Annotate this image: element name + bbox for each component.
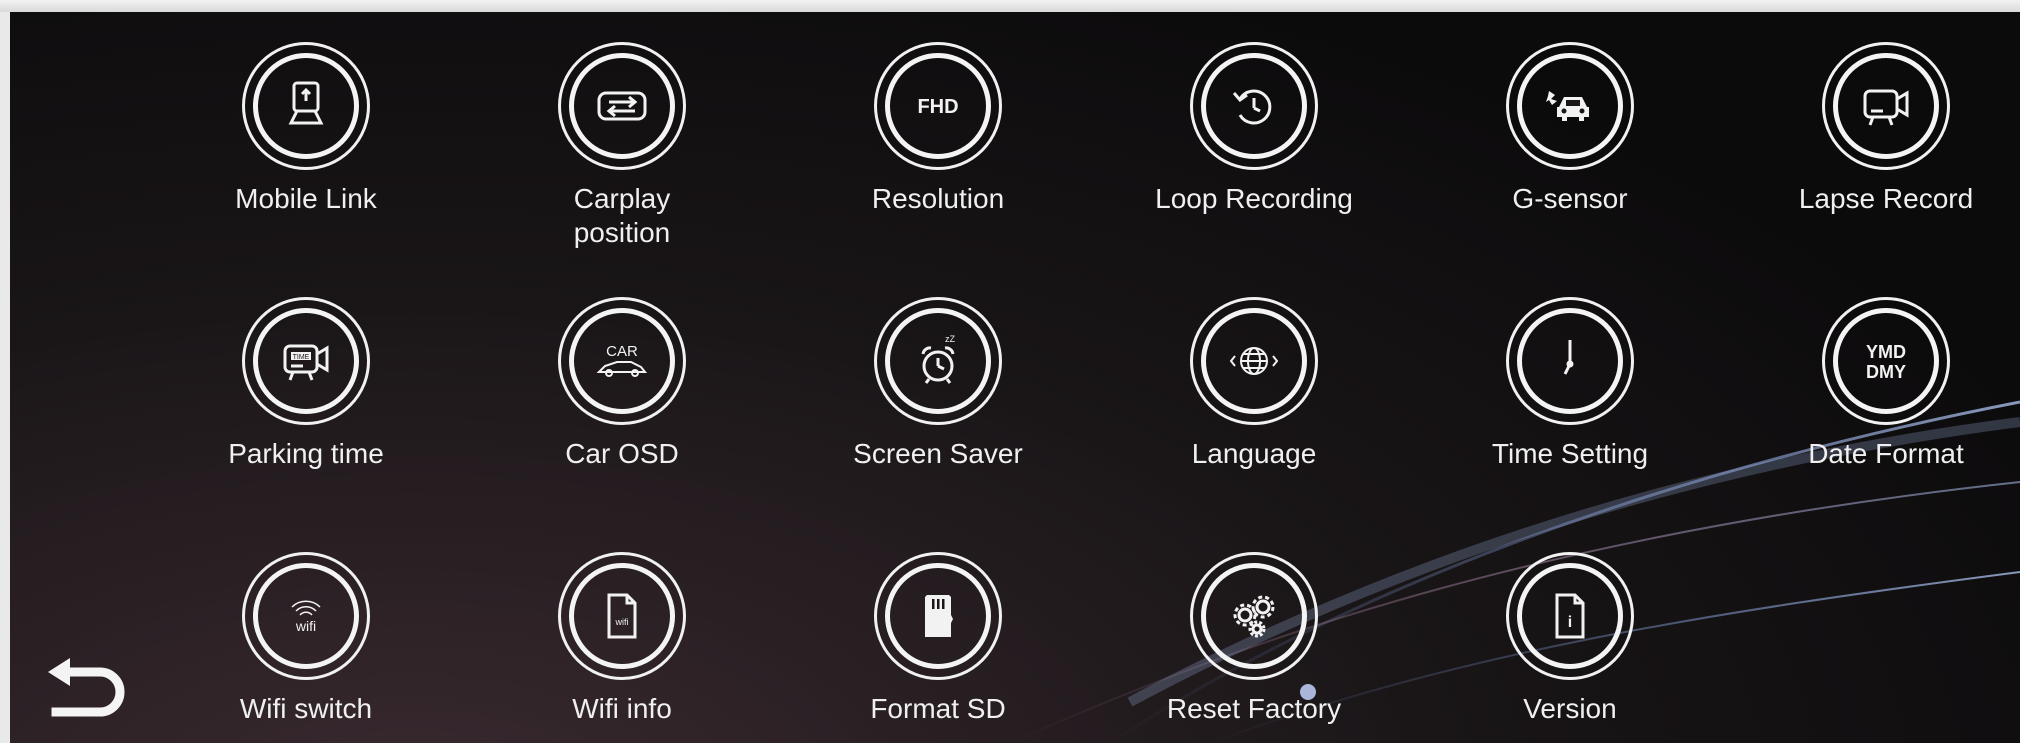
menu-item-label: Loop Recording — [1155, 183, 1353, 214]
wifi-text: wifi — [295, 618, 316, 634]
mobile-link-icon — [242, 42, 370, 170]
menu-item-label: Language — [1191, 438, 1317, 469]
menu-item-label: Parking time — [228, 438, 384, 469]
globe-icon — [1190, 297, 1318, 425]
menu-item-label: Car OSD — [565, 438, 679, 469]
menu-item-label: Version — [1523, 693, 1617, 724]
menu-item-date-format[interactable]: YMD DMY Date Format — [1756, 297, 2016, 517]
menu-item-label: Format SD — [870, 693, 1006, 724]
menu-item-resolution[interactable]: FHD Resolution — [808, 42, 1068, 262]
menu-item-label: Wifi switch — [239, 693, 373, 724]
menu-item-label: Date Format — [1808, 438, 1964, 469]
wifi-switch-icon: wifi — [242, 552, 370, 680]
gears-icon — [1190, 552, 1318, 680]
menu-item-loop-recording[interactable]: Loop Recording — [1124, 42, 1384, 262]
car-text: CAR — [606, 343, 638, 360]
menu-item-version[interactable]: i Version — [1440, 552, 1700, 743]
menu-item-label: Resolution — [871, 183, 1005, 214]
car-osd-icon: CAR — [558, 297, 686, 425]
menu-item-label: Wifi info — [572, 693, 672, 724]
menu-item-g-sensor[interactable]: G-sensor — [1440, 42, 1700, 262]
menu-item-mobile-link[interactable]: Mobile Link — [176, 42, 436, 262]
menu-item-carplay-position[interactable]: Carplay position — [492, 42, 752, 262]
lapse-record-icon — [1822, 42, 1950, 170]
top-bezel — [0, 0, 2020, 12]
fhd-text: FHD — [917, 96, 958, 118]
menu-item-label: Lapse Record — [1798, 183, 1974, 214]
menu-item-label: Mobile Link — [235, 183, 377, 214]
menu-item-car-osd[interactable]: CAR Car OSD — [492, 297, 752, 517]
fhd-icon: FHD — [874, 42, 1002, 170]
time-text: TIME — [293, 354, 310, 361]
settings-screen: Mobile Link Carplay position FHD Resolut… — [10, 12, 2020, 743]
clock-icon — [1506, 297, 1634, 425]
loop-recording-icon — [1190, 42, 1318, 170]
date-format-icon: YMD DMY — [1822, 297, 1950, 425]
alarm-clock-icon: zZ — [874, 297, 1002, 425]
menu-item-format-sd[interactable]: Format SD — [808, 552, 1068, 743]
menu-item-time-setting[interactable]: Time Setting — [1440, 297, 1700, 517]
menu-item-label: Screen Saver — [853, 438, 1023, 469]
carplay-position-icon — [558, 42, 686, 170]
ymd-text: YMD — [1866, 342, 1906, 362]
menu-item-wifi-info[interactable]: wifi Wifi info — [492, 552, 752, 743]
menu-item-lapse-record[interactable]: Lapse Record — [1756, 42, 2016, 262]
menu-item-wifi-switch[interactable]: wifi Wifi switch — [176, 552, 436, 743]
version-icon: i — [1506, 552, 1634, 680]
back-arrow-icon — [48, 658, 125, 717]
menu-item-label: Time Setting — [1491, 438, 1649, 469]
menu-item-parking-time[interactable]: TIME Parking time — [176, 297, 436, 517]
dmy-text: DMY — [1866, 362, 1906, 382]
zz-text: zZ — [945, 334, 956, 344]
menu-item-reset-factory[interactable]: Reset Factory — [1124, 552, 1384, 743]
g-sensor-icon — [1506, 42, 1634, 170]
info-text: i — [1568, 614, 1572, 631]
parking-time-icon: TIME — [242, 297, 370, 425]
menu-item-language[interactable]: Language — [1124, 297, 1384, 517]
wifi-text: wifi — [615, 617, 629, 627]
menu-item-label: Reset Factory — [1166, 693, 1342, 724]
sd-card-icon — [874, 552, 1002, 680]
back-button[interactable] — [42, 652, 132, 730]
menu-item-screen-saver[interactable]: zZ Screen Saver — [808, 297, 1068, 517]
menu-item-label: Carplay position — [573, 183, 671, 248]
wifi-info-icon: wifi — [558, 552, 686, 680]
menu-item-label: G-sensor — [1512, 183, 1628, 214]
